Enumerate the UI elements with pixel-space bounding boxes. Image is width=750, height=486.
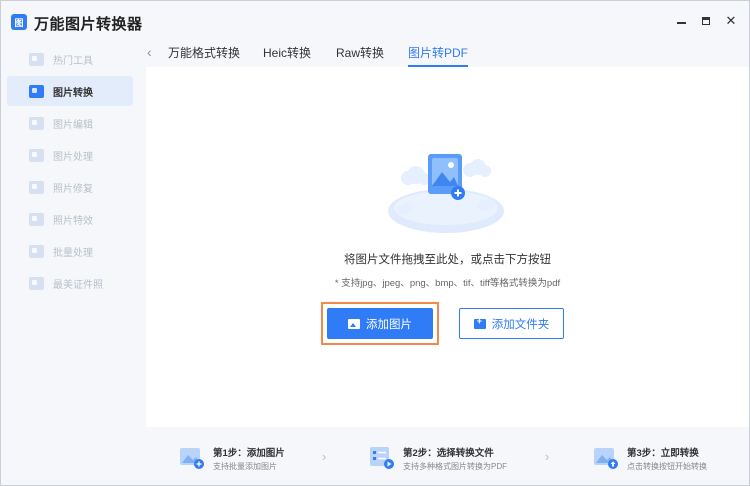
batch-process-icon — [29, 244, 44, 258]
tab-universal-format[interactable]: 万能格式转换 — [168, 44, 240, 66]
sidebar-item-hot-tools[interactable]: 热门工具 — [7, 44, 133, 74]
image-convert-icon — [29, 84, 44, 98]
add-image-icon — [180, 448, 204, 469]
photo-effects-icon — [29, 212, 44, 226]
sidebar-item-label: 热门工具 — [53, 55, 93, 67]
convert-icon — [594, 448, 618, 469]
sidebar-item-label: 最美证件照 — [53, 279, 103, 291]
steps-bar: 第1步：添加图片 支持批量添加图片 › 第2步：选择转换文件 支持多种格式图片转… — [146, 429, 749, 485]
add-image-button[interactable]: 添加图片 — [327, 308, 433, 339]
sidebar-item-image-process[interactable]: 图片处理 — [7, 140, 133, 170]
close-button[interactable]: ✕ — [723, 13, 739, 29]
select-file-icon — [370, 447, 394, 469]
image-edit-icon — [29, 116, 44, 130]
upload-illustration-icon — [388, 154, 504, 233]
tab-image-to-pdf[interactable]: 图片转PDF — [408, 44, 469, 67]
sidebar: 热门工具 图片转换 图片编辑 图片处理 照片修复 照片特效 批量处理 最美证件照 — [1, 41, 141, 485]
drop-zone[interactable]: 将图片文件拖拽至此处，或点击下方按钮 * 支持jpg、jpeg、png、bmp、… — [146, 67, 749, 427]
step-desc: 点击转换按钮开始转换 — [627, 462, 707, 471]
add-folder-label: 添加文件夹 — [491, 318, 550, 331]
maximize-icon — [702, 17, 710, 25]
sidebar-item-image-convert[interactable]: 图片转换 — [7, 76, 133, 106]
app-window: 图 万能图片转换器 ✕ 热门工具 图片转换 图片编辑 图片处理 照片修复 照片特… — [0, 0, 750, 486]
sidebar-item-label: 图片转换 — [53, 87, 93, 99]
supported-formats-text: * 支持jpg、jpeg、png、bmp、tif、tiff等格式转换为pdf — [334, 278, 561, 289]
sidebar-item-image-edit[interactable]: 图片编辑 — [7, 108, 133, 138]
drop-hint-text: 将图片文件拖拽至此处，或点击下方按钮 — [344, 254, 551, 266]
app-logo-icon: 图 — [11, 14, 27, 30]
image-icon — [348, 318, 360, 329]
sidebar-item-batch-process[interactable]: 批量处理 — [7, 236, 133, 266]
minimize-icon — [676, 22, 686, 24]
title-bar: 图 万能图片转换器 ✕ — [1, 1, 749, 41]
folder-plus-icon — [473, 316, 486, 329]
sidebar-item-label: 照片修复 — [53, 183, 93, 195]
sidebar-item-label: 批量处理 — [53, 247, 93, 259]
sidebar-item-label: 照片特效 — [53, 215, 93, 227]
tab-heic[interactable]: Heic转换 — [263, 44, 311, 66]
image-process-icon — [29, 148, 44, 162]
step-title: 第3步：立即转换 — [627, 448, 699, 459]
step-arrow-icon: › — [322, 449, 327, 464]
step-title: 第1步：添加图片 — [213, 448, 285, 459]
maximize-button[interactable] — [698, 13, 714, 29]
sidebar-item-label: 图片编辑 — [53, 119, 93, 131]
minimize-button[interactable] — [673, 13, 689, 29]
photo-repair-icon — [29, 180, 44, 194]
sidebar-item-photo-effects[interactable]: 照片特效 — [7, 204, 133, 234]
tab-raw[interactable]: Raw转换 — [336, 44, 384, 66]
step-desc: 支持多种格式图片转换为PDF — [403, 462, 507, 471]
step-desc: 支持批量添加图片 — [213, 462, 277, 471]
add-image-label: 添加图片 — [366, 318, 412, 331]
tab-bar: ‹ 万能格式转换 Heic转换 Raw转换 图片转PDF — [141, 41, 749, 67]
close-icon: ✕ — [725, 13, 737, 28]
fire-icon — [29, 52, 44, 66]
step-title: 第2步：选择转换文件 — [403, 448, 494, 459]
app-title: 万能图片转换器 — [34, 16, 143, 33]
sidebar-item-id-photo[interactable]: 最美证件照 — [7, 268, 133, 298]
id-photo-icon — [29, 276, 44, 290]
back-chevron-icon[interactable]: ‹ — [147, 44, 152, 60]
step-arrow-icon: › — [545, 449, 550, 464]
sidebar-item-label: 图片处理 — [53, 151, 93, 163]
add-folder-button[interactable]: 添加文件夹 — [459, 308, 564, 339]
sidebar-item-photo-repair[interactable]: 照片修复 — [7, 172, 133, 202]
